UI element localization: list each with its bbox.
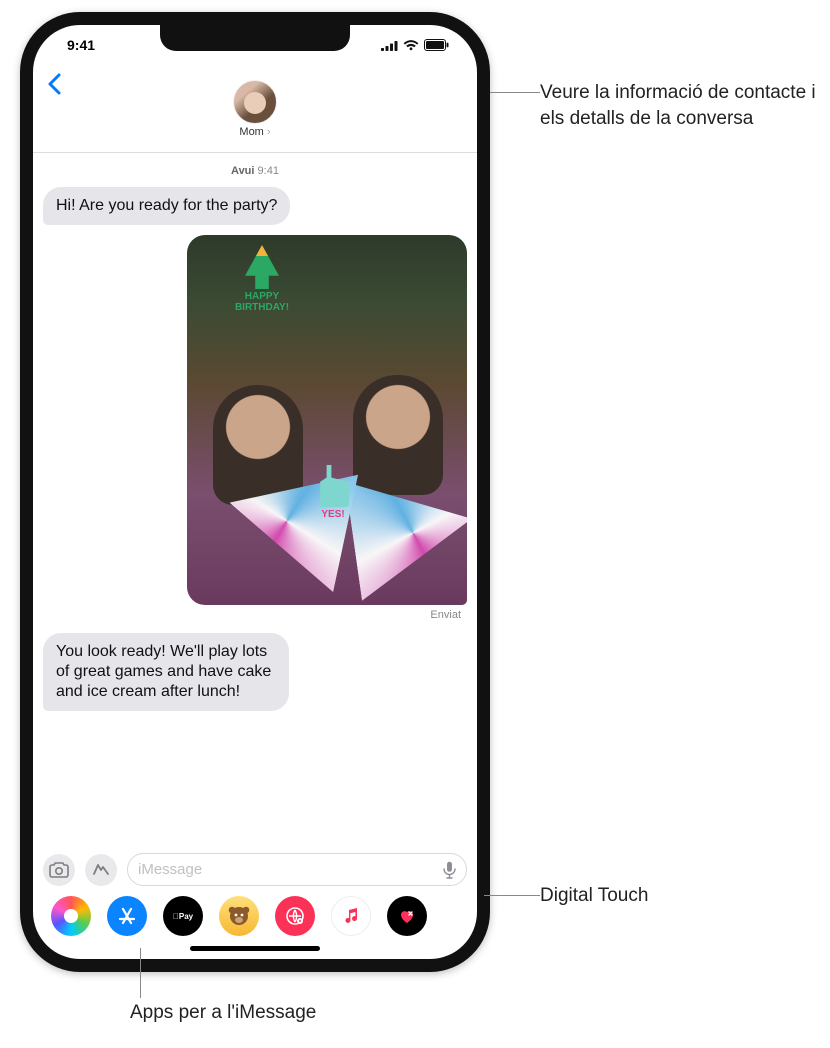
app-digital-touch-icon[interactable] <box>387 896 427 936</box>
app-images-icon[interactable] <box>275 896 315 936</box>
camera-button[interactable] <box>43 854 75 886</box>
sticker-pineapple: HAPPY BIRTHDAY! <box>232 245 292 313</box>
sticker-llama: YES! <box>303 465 363 520</box>
app-tray[interactable]: Pay <box>33 892 477 942</box>
back-button[interactable] <box>47 73 61 95</box>
apps-button[interactable] <box>85 854 117 886</box>
callout-imessage-apps: Apps per a l'iMessage <box>130 1000 430 1026</box>
contact-avatar[interactable] <box>233 80 277 124</box>
message-bubble-incoming[interactable]: You look ready! We'll play lots of great… <box>43 633 289 711</box>
contact-name[interactable]: Mom › <box>239 126 270 138</box>
message-bubble-incoming[interactable]: Hi! Are you ready for the party? <box>43 187 290 225</box>
nav-header: Mom › <box>33 65 477 153</box>
app-photos-icon[interactable] <box>51 896 91 936</box>
app-music-icon[interactable] <box>331 896 371 936</box>
app-store-icon[interactable] <box>107 896 147 936</box>
app-applepay-icon[interactable]: Pay <box>163 896 203 936</box>
message-thread[interactable]: Avui 9:41 Hi! Are you ready for the part… <box>33 153 477 849</box>
dictate-icon[interactable] <box>443 861 456 879</box>
message-photo-outgoing[interactable]: HAPPY BIRTHDAY! YES! <box>187 235 467 605</box>
status-time: 9:41 <box>67 37 95 53</box>
app-animoji-icon[interactable] <box>219 896 259 936</box>
callout-contact-info: Veure la informació de contacte i els de… <box>540 80 820 131</box>
callout-digital-touch: Digital Touch <box>540 883 740 909</box>
battery-icon <box>424 39 449 51</box>
delivery-status: Enviat <box>430 609 461 621</box>
photo-subject <box>353 375 443 495</box>
message-input[interactable]: iMessage <box>127 853 467 886</box>
photo-subject <box>213 385 303 505</box>
input-row: iMessage <box>33 849 477 892</box>
cellular-icon <box>381 40 398 51</box>
chevron-right-icon: › <box>267 126 271 138</box>
timestamp: Avui 9:41 <box>43 165 467 177</box>
input-placeholder: iMessage <box>138 861 202 878</box>
wifi-icon <box>403 39 419 51</box>
home-indicator[interactable] <box>190 946 320 951</box>
